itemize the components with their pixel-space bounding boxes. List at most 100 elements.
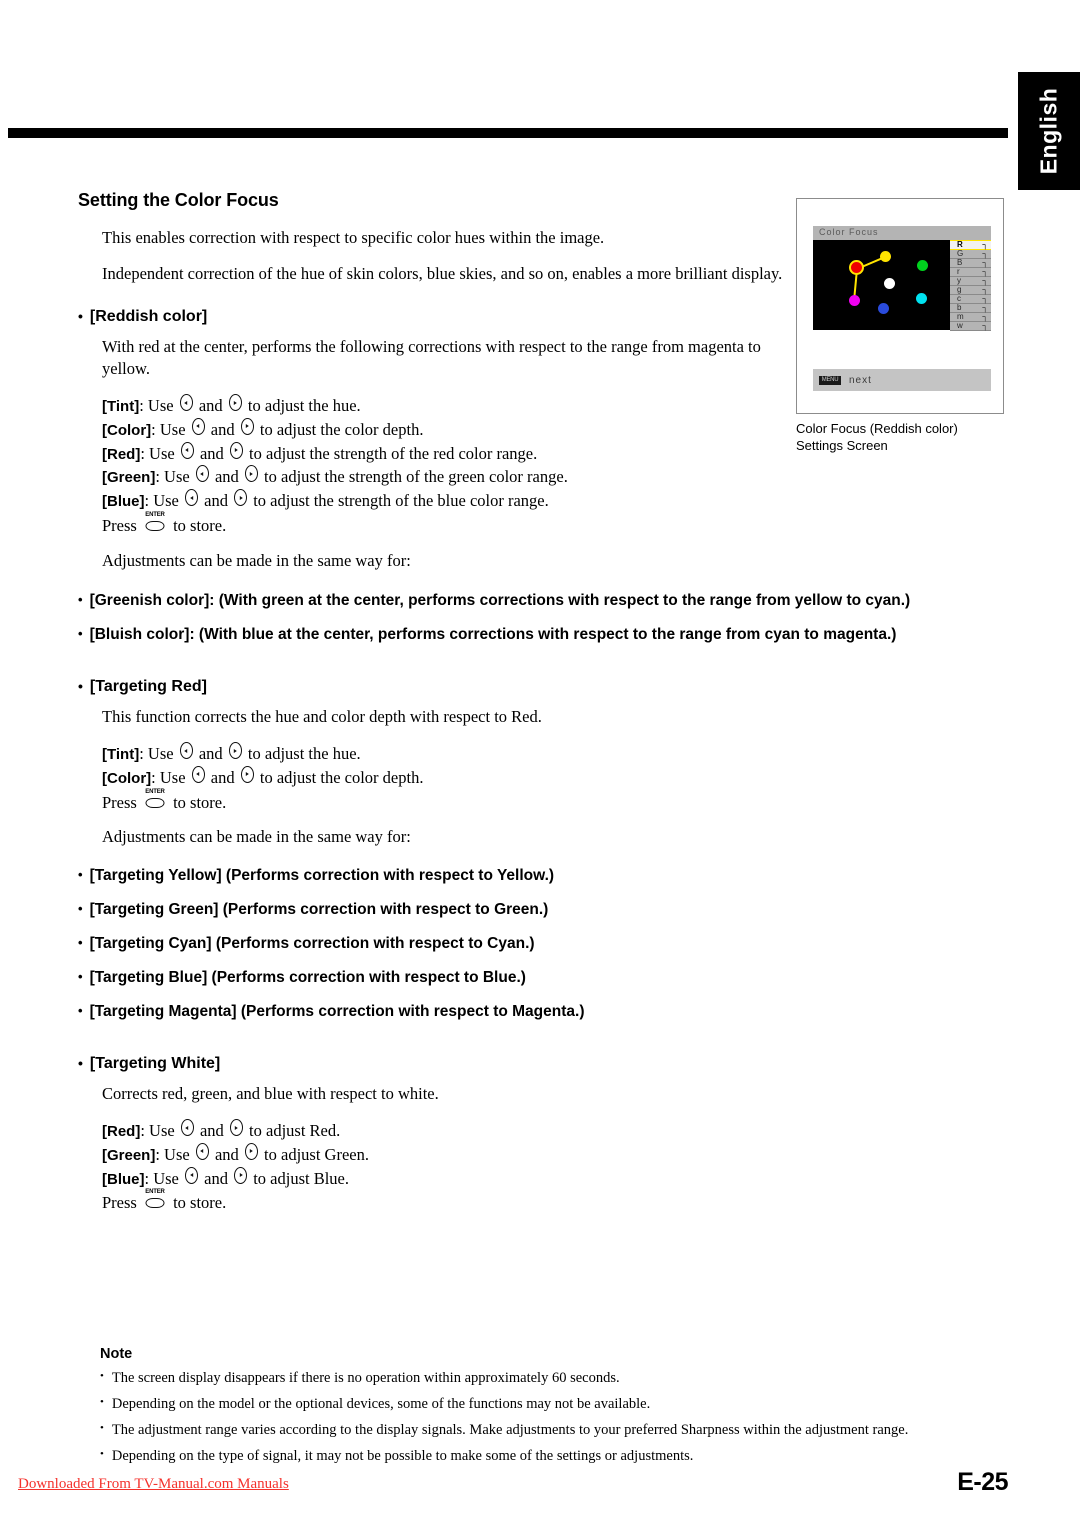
reddish-same-way-text: Adjustments can be made in the same way … (102, 550, 411, 570)
instruction-key: [Red] (102, 1123, 141, 1141)
arrow-left-icon (195, 465, 209, 483)
heading-reddish-color-label: [Reddish color] (89, 307, 208, 325)
figure-color-focus: Color Focus R ┐ G ┐ B ┐ r ┐ y ┐ g ┐ c ┐ b ┐ m ┐ w ┐ MENU ne… (796, 198, 1004, 454)
arrow-left-icon (185, 1166, 198, 1184)
heading-targeting-white-label: [Targeting White] (89, 1054, 221, 1072)
osd-menu-row-label: B (957, 258, 963, 267)
targeting-red-description: This function corrects the hue and color… (102, 706, 542, 726)
arrow-left-icon (179, 394, 193, 412)
note-item-text: The adjustment range varies according to… (111, 1421, 909, 1438)
menu-button-icon: MENU (819, 375, 841, 385)
bullet-icon: • (78, 1054, 83, 1071)
main-content: Setting the Color Focus This enables cor… (78, 190, 910, 1221)
bullet-icon: • (78, 307, 83, 324)
instruction-conjunction: and (194, 744, 227, 764)
note-item: • Depending on the model or the optional… (100, 1395, 980, 1414)
wheel-point-magenta[interactable] (849, 295, 860, 306)
press-enter-row: Press ENTER to store. (102, 512, 778, 538)
enter-button-icon: ENTER (144, 1189, 166, 1209)
osd-menu-row-label: R (957, 240, 963, 249)
osd-menu-row-label: r (957, 267, 960, 276)
instruction-row: [Red] : Use and to adjust the strength o… (102, 441, 778, 466)
arrow-right-icon (244, 1142, 258, 1160)
instruction-row: [Color] : Use and to adjust the color de… (102, 417, 778, 442)
bullet-icon: • (78, 625, 83, 641)
note-section: Note • The screen display disappears if … (100, 1346, 980, 1472)
instruction-tail: to adjust Red. (244, 1121, 341, 1141)
osd-menu-row-label: c (957, 294, 961, 303)
osd-menu-row-marker-icon: ┐ (982, 294, 988, 303)
list-item-label: [Targeting Blue] (Performs correction wi… (89, 968, 526, 986)
osd-menu-row[interactable]: w ┐ (950, 322, 991, 331)
note-item-text: Depending on the type of signal, it may … (111, 1447, 694, 1464)
watermark-link[interactable]: Downloaded From TV-Manual.com Manuals (18, 1476, 289, 1493)
heading-targeting-red-label: [Targeting Red] (89, 677, 207, 695)
bullet-icon: • (100, 1447, 104, 1460)
page-title: Setting the Color Focus (78, 190, 279, 210)
osd-title: Color Focus (813, 226, 991, 239)
list-item-label: [Targeting Cyan] (Performs correction wi… (89, 934, 535, 952)
arrow-right-icon (229, 1119, 243, 1137)
instruction-tail: to adjust the color depth. (255, 767, 424, 787)
wheel-point-blue[interactable] (878, 303, 889, 314)
arrow-right-icon (229, 441, 243, 459)
wheel-point-red[interactable] (849, 260, 864, 275)
instruction-tail: to adjust the hue. (243, 396, 361, 416)
osd-body: R ┐ G ┐ B ┐ r ┐ y ┐ g ┐ c ┐ b ┐ m ┐ w ┐ (813, 240, 991, 331)
instruction-conjunction: and (206, 419, 239, 439)
instruction-tail: to adjust Blue. (249, 1168, 349, 1188)
wheel-point-cyan[interactable] (916, 293, 927, 304)
osd-menu-row-label: b (957, 303, 962, 312)
note-title: Note (100, 1346, 133, 1362)
instruction-text: : Use (139, 744, 178, 764)
instruction-key: [Color] (102, 421, 152, 439)
list-item: • [Targeting Cyan] (Performs correction … (78, 935, 778, 953)
reddish-instruction-list: [Tint] : Use and to adjust the hue. [Col… (102, 394, 778, 538)
osd-menu-row-marker-icon: ┐ (982, 276, 988, 285)
bullet-icon: • (100, 1395, 104, 1408)
figure-caption: Color Focus (Reddish color) Settings Scr… (796, 421, 1004, 454)
osd-menu-row-marker-icon: ┐ (982, 312, 988, 321)
osd-menu-row-marker-icon: ┐ (982, 267, 988, 276)
targeting-white-instruction-list: [Red] : Use and to adjust Red. [Green] :… (102, 1119, 778, 1215)
wheel-point-green[interactable] (917, 260, 928, 271)
instruction-row: [Blue] : Use and to adjust the strength … (102, 489, 778, 513)
instruction-text: : Use (155, 1144, 194, 1164)
instruction-row: [Blue] : Use and to adjust Blue. (102, 1166, 778, 1191)
press-enter-row: Press ENTER to store. (102, 789, 778, 815)
arrow-right-icon (228, 742, 242, 760)
wheel-point-white[interactable] (884, 278, 895, 289)
osd-menu-row-label: G (957, 249, 964, 258)
instruction-key: [Green] (102, 1146, 156, 1164)
language-tab-label: English (1035, 87, 1062, 175)
list-item: • [Targeting Blue] (Performs correction … (78, 969, 778, 987)
instruction-key: [Tint] (102, 746, 140, 764)
press-label: Press (102, 792, 141, 812)
bullet-icon: • (78, 968, 83, 984)
instruction-row: [Tint] : Use and to adjust the hue. (102, 394, 778, 418)
targeting-red-same-way-text: Adjustments can be made in the same way … (102, 827, 411, 847)
arrow-right-icon (240, 417, 254, 435)
arrow-right-icon (228, 394, 242, 412)
list-item: • [Bluish color]: (With blue at the cent… (78, 625, 896, 644)
list-item: • [Greenish color]: (With green at the c… (78, 592, 910, 610)
osd-menu-row-label: w (957, 321, 963, 330)
press-tail: to store. (168, 1193, 227, 1213)
instruction-tail: to adjust Green. (259, 1144, 369, 1164)
osd-next-bar: MENU next (813, 369, 991, 391)
bullet-icon: • (78, 900, 83, 916)
instruction-row: [Color] : Use and to adjust the color de… (102, 765, 778, 790)
osd-menu-row-marker-icon: ┐ (982, 321, 988, 330)
arrow-left-icon (180, 1119, 194, 1137)
osd-menu-list: R ┐ G ┐ B ┐ r ┐ y ┐ g ┐ c ┐ b ┐ m ┐ w ┐ (950, 240, 991, 331)
osd-menu-row-marker-icon: ┐ (982, 303, 988, 312)
instruction-conjunction: and (195, 443, 228, 463)
wheel-point-yellow[interactable] (880, 251, 891, 262)
instruction-row: [Tint] : Use and to adjust the hue. (102, 742, 778, 766)
instruction-key: [Green] (102, 469, 156, 487)
list-item-label: [Targeting Yellow] (Performs correction … (89, 866, 555, 884)
instruction-row: [Red] : Use and to adjust Red. (102, 1119, 778, 1143)
instruction-text: : Use (151, 767, 190, 787)
instruction-tail: to adjust the strength of the blue color… (249, 491, 549, 511)
instruction-text: : Use (144, 1168, 183, 1188)
